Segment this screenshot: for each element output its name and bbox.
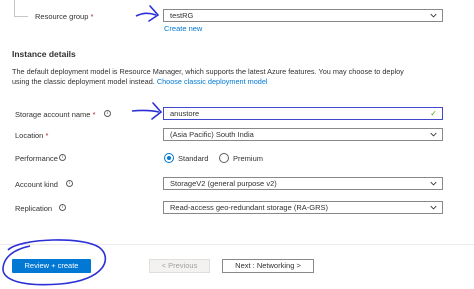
annotation-arrow-storage-name-head — [151, 102, 163, 120]
replication-select[interactable]: Read-access geo-redundant storage (RA-GR… — [163, 201, 443, 214]
checkmark-icon: ✓ — [430, 109, 437, 118]
location-select[interactable]: (Asia Pacific) South India — [163, 128, 443, 141]
replication-label: Replication — [15, 204, 53, 213]
deployment-model-description-line2: using the classic deployment model inste… — [12, 77, 268, 86]
info-icon[interactable]: i — [59, 204, 66, 211]
chevron-down-icon — [430, 13, 437, 18]
next-networking-button[interactable]: Next : Networking > — [222, 259, 314, 273]
info-icon[interactable]: i — [104, 110, 111, 117]
performance-standard-radio[interactable] — [164, 153, 174, 163]
resource-group-label: Resource group * — [35, 12, 94, 21]
storage-account-name-input[interactable]: anustore ✓ — [163, 107, 443, 120]
classic-deployment-link[interactable]: Choose classic deployment model — [157, 77, 268, 86]
account-kind-label: Account kind — [15, 180, 58, 189]
annotation-overlay — [2, 5, 163, 286]
instance-details-heading: Instance details — [12, 49, 76, 59]
footer-divider — [0, 244, 474, 245]
chevron-down-icon — [430, 132, 437, 137]
info-icon[interactable]: i — [66, 180, 73, 187]
previous-button[interactable]: < Previous — [149, 259, 210, 273]
performance-standard-label: Standard — [178, 154, 209, 163]
review-create-button[interactable]: Review + create — [12, 259, 91, 273]
tree-connector-vertical — [14, 0, 15, 17]
performance-premium-radio[interactable] — [219, 153, 229, 163]
annotation-arrow-storage-name — [131, 109, 160, 113]
tree-connector-horizontal — [14, 16, 28, 17]
chevron-down-icon — [430, 205, 437, 210]
deployment-model-description: The default deployment model is Resource… — [12, 67, 404, 76]
storage-account-name-label: Storage account name * — [15, 110, 96, 119]
annotation-arrow-resource-group-head — [148, 5, 160, 22]
replication-value: Read-access geo-redundant storage (RA-GR… — [170, 203, 328, 212]
resource-group-select[interactable]: testRG — [163, 9, 443, 22]
info-icon[interactable]: i — [59, 154, 66, 161]
account-kind-select[interactable]: StorageV2 (general purpose v2) — [163, 177, 443, 190]
create-new-link[interactable]: Create new — [164, 24, 202, 33]
resource-group-value: testRG — [170, 11, 194, 20]
performance-premium-label: Premium — [233, 154, 264, 163]
account-kind-value: StorageV2 (general purpose v2) — [170, 179, 277, 188]
location-value: (Asia Pacific) South India — [170, 130, 254, 139]
chevron-down-icon — [430, 181, 437, 186]
annotation-arrow-resource-group — [135, 12, 157, 17]
storage-account-name-value: anustore — [170, 109, 200, 118]
location-label: Location * — [15, 131, 49, 140]
performance-label: Performance — [15, 154, 58, 163]
